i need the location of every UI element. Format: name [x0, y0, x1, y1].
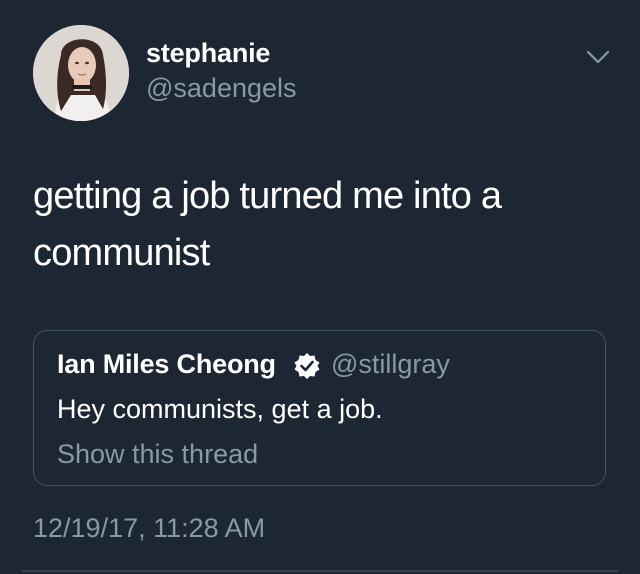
author-handle[interactable]: @sadengels	[146, 73, 297, 104]
show-thread-link[interactable]: Show this thread	[57, 439, 258, 470]
tweet-text: getting a job turned me into a communist	[33, 175, 502, 274]
author-display-name[interactable]: stephanie	[146, 38, 270, 69]
chevron-down-icon[interactable]	[583, 45, 613, 69]
divider	[22, 570, 618, 572]
quoted-tweet-card[interactable]: Ian Miles Cheong @stillgray Hey communis…	[33, 330, 606, 486]
tweet-timestamp[interactable]: 12/19/17, 11:28 AM	[33, 513, 265, 544]
quoted-author-handle: @stillgray	[331, 349, 450, 379]
verified-badge-icon	[292, 351, 322, 381]
quoted-tweet-text: Hey communists, get a job.	[57, 394, 383, 424]
quoted-author-display-name: Ian Miles Cheong	[57, 349, 276, 379]
avatar-image	[33, 25, 129, 121]
avatar[interactable]	[33, 25, 129, 121]
